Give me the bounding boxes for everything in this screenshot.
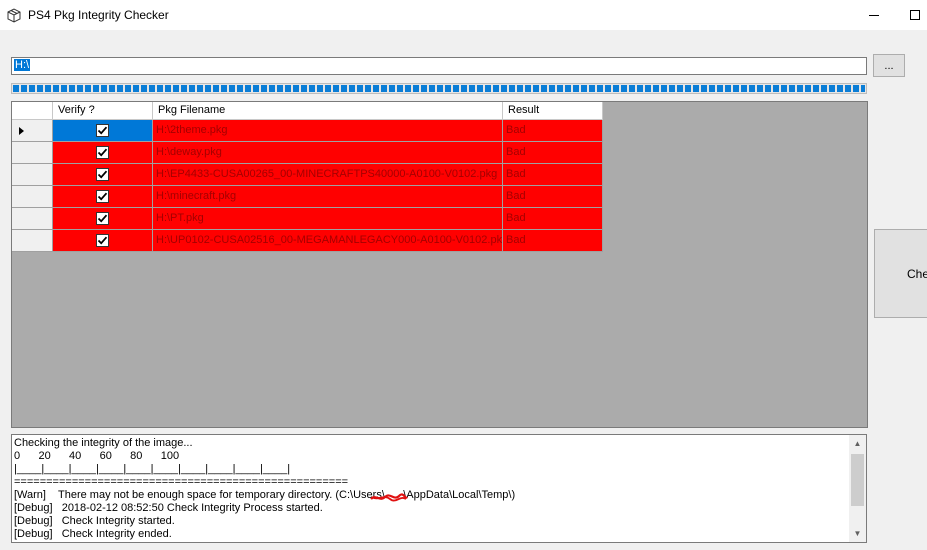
current-row-arrow-icon	[19, 127, 24, 135]
verify-checkbox[interactable]	[96, 124, 109, 137]
maximize-button[interactable]	[900, 0, 927, 30]
verify-cell[interactable]	[53, 164, 153, 186]
scroll-thumb[interactable]	[851, 454, 864, 506]
log-line: ========================================…	[14, 476, 349, 488]
result-cell[interactable]: Bad	[503, 208, 603, 230]
column-header-result[interactable]: Result	[503, 102, 603, 120]
filename-cell[interactable]: H:\UP0102-CUSA02516_00-MEGAMANLEGACY000-…	[153, 230, 503, 252]
verify-checkbox[interactable]	[96, 146, 109, 159]
path-input-value: H:\	[14, 59, 31, 71]
table-row[interactable]: H:\2theme.pkg Bad	[12, 120, 603, 142]
title-bar: PS4 Pkg Integrity Checker	[0, 0, 927, 30]
row-header-corner	[12, 102, 53, 120]
verify-checkbox[interactable]	[96, 234, 109, 247]
pkg-grid[interactable]: Verify ? Pkg Filename Result H:\2theme.p…	[11, 101, 868, 428]
log-line: [Debug] 2018-02-12 08:52:50 Check Integr…	[14, 502, 323, 514]
log-output[interactable]: Checking the integrity of the image... 0 …	[11, 434, 867, 543]
checkmark-icon	[97, 236, 108, 245]
grid-rows: H:\2theme.pkg Bad H:\deway.pkg Bad H:\EP4433…	[12, 120, 603, 252]
filename-cell[interactable]: H:\PT.pkg	[153, 208, 503, 230]
filename-cell[interactable]: H:\minecraft.pkg	[153, 186, 503, 208]
verify-cell[interactable]	[53, 186, 153, 208]
package-box-icon	[6, 7, 22, 23]
table-row[interactable]: H:\PT.pkg Bad	[12, 208, 603, 230]
row-header[interactable]	[12, 186, 53, 208]
table-row[interactable]: H:\minecraft.pkg Bad	[12, 186, 603, 208]
result-cell[interactable]: Bad	[503, 142, 603, 164]
verify-checkbox[interactable]	[96, 168, 109, 181]
maximize-icon	[910, 10, 920, 20]
checkmark-icon	[97, 170, 108, 179]
progress-fill	[13, 85, 865, 92]
table-row[interactable]: H:\deway.pkg Bad	[12, 142, 603, 164]
window-title: PS4 Pkg Integrity Checker	[28, 8, 169, 22]
result-cell[interactable]: Bad	[503, 186, 603, 208]
path-input[interactable]: H:\	[11, 57, 867, 75]
log-scrollbar[interactable]: ▲ ▼	[849, 435, 866, 542]
checkmark-icon	[97, 192, 108, 201]
result-cell[interactable]: Bad	[503, 230, 603, 252]
filename-cell[interactable]: H:\2theme.pkg	[153, 120, 503, 142]
result-cell[interactable]: Bad	[503, 120, 603, 142]
row-header[interactable]	[12, 164, 53, 186]
verify-checkbox[interactable]	[96, 190, 109, 203]
scroll-up-icon[interactable]: ▲	[849, 435, 866, 452]
grid-header: Verify ? Pkg Filename Result	[12, 102, 603, 120]
log-line: [Warn] There may not be enough space for…	[14, 489, 516, 501]
row-header[interactable]	[12, 120, 53, 142]
column-header-verify[interactable]: Verify ?	[53, 102, 153, 120]
table-row[interactable]: H:\EP4433-CUSA00265_00-MINECRAFTPS40000-…	[12, 164, 603, 186]
minimize-button[interactable]	[851, 0, 897, 30]
verify-cell[interactable]	[53, 142, 153, 164]
filename-cell[interactable]: H:\deway.pkg	[153, 142, 503, 164]
row-header[interactable]	[12, 208, 53, 230]
row-header[interactable]	[12, 142, 53, 164]
browse-button[interactable]: ...	[873, 54, 905, 77]
checkmark-icon	[97, 148, 108, 157]
verify-cell[interactable]	[53, 208, 153, 230]
check-button[interactable]: Che	[874, 229, 927, 318]
log-line: [Debug] Check Integrity started.	[14, 515, 175, 527]
log-line: |____|____|____|____|____|____|____|____…	[14, 463, 291, 475]
scroll-down-icon[interactable]: ▼	[849, 525, 866, 542]
minimize-icon	[869, 14, 879, 16]
log-line: [Debug] Check Integrity ended.	[14, 528, 172, 540]
filename-cell[interactable]: H:\EP4433-CUSA00265_00-MINECRAFTPS40000-…	[153, 164, 503, 186]
log-lines: Checking the integrity of the image... 0 …	[14, 437, 850, 541]
verify-checkbox[interactable]	[96, 212, 109, 225]
verify-cell[interactable]	[53, 230, 153, 252]
column-header-filename[interactable]: Pkg Filename	[153, 102, 503, 120]
progress-bar	[11, 83, 867, 94]
checkmark-icon	[97, 214, 108, 223]
checkmark-icon	[97, 126, 108, 135]
table-row[interactable]: H:\UP0102-CUSA02516_00-MEGAMANLEGACY000-…	[12, 230, 603, 252]
result-cell[interactable]: Bad	[503, 164, 603, 186]
log-line: 0 20 40 60 80 100	[14, 450, 180, 462]
row-header[interactable]	[12, 230, 53, 252]
verify-cell[interactable]	[53, 120, 153, 142]
log-line: Checking the integrity of the image...	[14, 437, 193, 449]
